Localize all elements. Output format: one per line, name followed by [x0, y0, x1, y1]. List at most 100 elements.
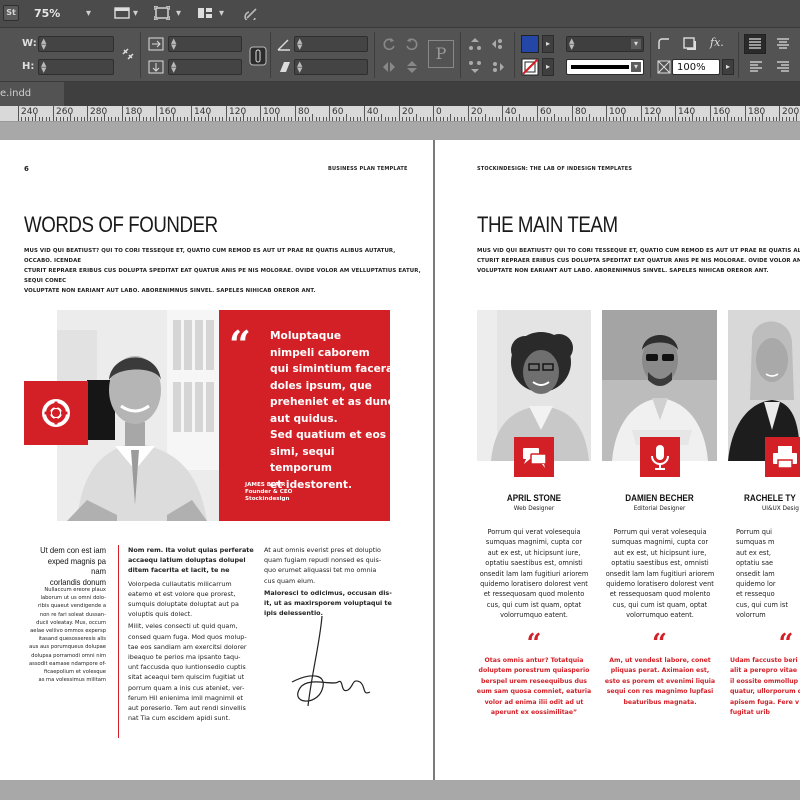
drop-shadow-icon[interactable]: [682, 36, 698, 52]
ruler-minor-tick: [108, 117, 109, 121]
reference-point-icon[interactable]: P: [428, 40, 454, 68]
stroke-type-dropdown[interactable]: ▾: [566, 59, 644, 75]
ruler-minor-tick: [496, 117, 497, 121]
view-chevron-down-icon[interactable]: ▾: [133, 9, 138, 19]
align-justify-button[interactable]: [744, 34, 766, 54]
scale-lock-icon[interactable]: [249, 46, 267, 66]
rotate-ccw-icon[interactable]: [404, 36, 420, 52]
ruler-minor-tick: [346, 114, 347, 121]
rotate-angle-icon[interactable]: [276, 36, 292, 52]
horizontal-ruler[interactable]: 240 260 280 180 160 140 120 100 80 60 40 20 0 20 40 60 8…: [0, 106, 800, 122]
ruler-minor-tick: [132, 117, 133, 121]
ruler-minor-tick: [402, 117, 403, 121]
ruler-minor-tick: [558, 117, 559, 121]
gpu-performance-icon[interactable]: [244, 6, 260, 20]
sidebar-heading-line: exped magnis pa nam: [47, 555, 106, 577]
select-previous-icon[interactable]: [490, 36, 506, 52]
view-options-icon[interactable]: [114, 6, 130, 20]
bio-line: et ressequosam quod molento: [483, 590, 585, 599]
select-content-icon[interactable]: [467, 59, 483, 75]
rotation-field[interactable]: ▲ ▼: [294, 36, 368, 52]
stroke-weight-stepper-icon[interactable]: ▲ ▼: [569, 38, 574, 51]
quote-mark-icon: “: [229, 322, 251, 367]
ruler-minor-tick: [551, 117, 552, 121]
team-icon-box-april: [514, 437, 554, 477]
stroke-swatch-arrow-icon[interactable]: ▸: [542, 58, 554, 76]
flip-vertical-icon[interactable]: [404, 59, 420, 75]
quote-line: simi, sequi temporum: [270, 445, 335, 475]
ruler-minor-tick: [662, 117, 663, 121]
scale-y-field[interactable]: ▲ ▼: [168, 59, 242, 75]
ruler-minor-tick: [357, 117, 358, 121]
ruler-minor-tick: [291, 117, 292, 121]
scale-x-icon[interactable]: [148, 36, 164, 52]
ruler-minor-tick: [229, 117, 230, 121]
corner-options-icon[interactable]: [656, 36, 672, 52]
ruler-minor-tick: [243, 114, 244, 121]
spread-spine: [433, 140, 435, 780]
ruler-minor-tick: [699, 117, 700, 121]
quote-mark-icon: “: [526, 629, 542, 659]
ruler-minor-tick: [509, 117, 510, 121]
ruler-major-tick: [295, 106, 296, 121]
quote-line: apisem fuga. Fere v: [730, 698, 800, 706]
constrain-proportions-icon[interactable]: [120, 46, 136, 62]
height-stepper-icon[interactable]: ▲ ▼: [41, 61, 46, 74]
align-right-icon[interactable]: [775, 59, 791, 75]
select-next-icon[interactable]: [490, 59, 506, 75]
zoom-level[interactable]: 75%: [34, 7, 60, 20]
ruler-minor-tick: [353, 117, 354, 121]
screen-mode-chevron-down-icon[interactable]: ▾: [176, 9, 181, 19]
document-tab[interactable]: e.indd: [0, 82, 64, 106]
ruler-minor-tick: [613, 117, 614, 121]
ruler-minor-tick: [766, 117, 767, 121]
fill-swatch-arrow-icon[interactable]: ▸: [542, 35, 554, 53]
stroke-weight-dropdown[interactable]: ▲ ▼ ▾: [566, 36, 644, 52]
height-field[interactable]: ▲ ▼: [38, 59, 114, 75]
opacity-icon[interactable]: [656, 59, 672, 75]
ruler-minor-tick: [427, 117, 428, 121]
shear-angle-icon[interactable]: [276, 59, 292, 75]
team-icon-box-rachele: [765, 437, 800, 477]
ruler-minor-tick: [28, 117, 29, 121]
fill-swatch[interactable]: [521, 35, 539, 53]
zoom-chevron-down-icon[interactable]: ▾: [86, 9, 91, 19]
opacity-field[interactable]: 100%: [672, 59, 720, 75]
width-field[interactable]: ▲ ▼: [38, 36, 114, 52]
chevron-down-icon[interactable]: ▾: [631, 62, 641, 72]
scale-y-stepper-icon[interactable]: ▲ ▼: [171, 61, 176, 74]
screen-mode-icon[interactable]: [154, 6, 170, 20]
shear-field[interactable]: ▲ ▼: [294, 59, 368, 75]
arrange-documents-icon[interactable]: [197, 6, 213, 20]
shear-stepper-icon[interactable]: ▲ ▼: [297, 61, 302, 74]
scale-x-stepper-icon[interactable]: ▲ ▼: [171, 38, 176, 51]
ruler-minor-tick: [153, 117, 154, 121]
scale-x-field[interactable]: ▲ ▼: [168, 36, 242, 52]
quote-line: Am, ut vendest labore, conet: [609, 657, 711, 664]
ruler-minor-tick: [637, 117, 638, 121]
ruler-minor-tick: [530, 117, 531, 121]
app-badge[interactable]: St: [3, 5, 19, 21]
ruler-minor-tick: [669, 117, 670, 121]
align-center-icon[interactable]: [775, 36, 791, 52]
arrange-chevron-down-icon[interactable]: ▾: [219, 9, 224, 19]
team-quote: Am, ut vendest labore, conet pliquas per…: [596, 656, 724, 708]
ruler-minor-tick: [443, 117, 444, 121]
width-stepper-icon[interactable]: ▲ ▼: [41, 38, 46, 51]
align-left-icon[interactable]: [748, 59, 764, 75]
ruler-minor-tick: [42, 117, 43, 121]
flip-horizontal-icon[interactable]: [381, 59, 397, 75]
select-container-icon[interactable]: [467, 36, 483, 52]
stroke-swatch[interactable]: [521, 58, 539, 76]
opacity-arrow-icon[interactable]: ▸: [722, 59, 734, 75]
ruler-minor-tick: [395, 117, 396, 121]
rotation-stepper-icon[interactable]: ▲ ▼: [297, 38, 302, 51]
rotate-cw-icon[interactable]: [381, 36, 397, 52]
chevron-down-icon[interactable]: ▾: [631, 39, 641, 49]
ruler-major-tick: [87, 106, 88, 121]
scale-y-icon[interactable]: [148, 59, 164, 75]
effects-icon[interactable]: fx.: [710, 36, 724, 49]
ruler-minor-tick: [762, 114, 763, 121]
body-line: tae eos sandiam am exercitsi dolorer: [128, 642, 247, 651]
ruler-minor-tick: [90, 117, 91, 121]
